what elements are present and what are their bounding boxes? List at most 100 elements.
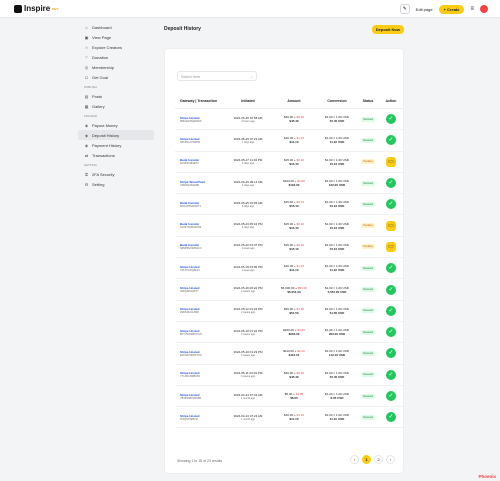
sidebar-item-setting[interactable]: ⚙ Setting <box>78 179 154 189</box>
check-icon[interactable]: ✓ <box>386 263 396 274</box>
status-badge: Succeed <box>361 116 375 122</box>
brand-tag: DEV <box>52 6 59 11</box>
sidebar-item-posts[interactable]: ▤ Posts <box>78 91 154 101</box>
conversion-cell: $1.00 = 1.00 USD 11.10 USD <box>317 136 357 144</box>
amount-total: $5,051.00 <box>287 289 301 294</box>
conversion-total: 15.10 USD <box>329 246 345 251</box>
conversion-cell: $1.00 = 1.00 USD 15.10 USD <box>317 222 357 230</box>
initiated-cell: 2024-05-27 11:04 PM 3 days ago <box>225 158 271 165</box>
action-cell: ▭ <box>379 220 403 231</box>
initiated-ago: 3 days ago <box>241 162 255 166</box>
sidebar-item-icon: ☐ <box>84 74 89 80</box>
conversion-total: 45.40 USD <box>329 374 345 379</box>
check-icon[interactable]: ✓ <box>386 199 396 210</box>
search-input[interactable]: Search here ⌕ <box>177 71 257 81</box>
check-icon[interactable]: ✓ <box>386 391 396 401</box>
sidebar-item-label: Setting <box>92 181 105 187</box>
sidebar-section-setting: SETTING <box>84 163 98 167</box>
deposit-now-button[interactable]: Deposit Now <box>371 24 404 34</box>
sidebar-item-icon: ⌂ <box>85 24 88 30</box>
conversion-total: 51.50 USD <box>329 310 345 315</box>
edit-page-link[interactable]: Edit page <box>416 7 433 12</box>
create-button[interactable]: + Create <box>438 4 465 14</box>
conversion-cell: $1.00 = 1.00 USD 45.40 USD <box>317 371 357 379</box>
page-button[interactable]: 1 <box>362 455 371 464</box>
check-icon[interactable]: ✓ <box>386 369 396 380</box>
transaction-id: X8C30GJYW9PW <box>180 140 201 144</box>
pagination-summary: Showing 1 to 15 of 23 results <box>177 459 223 463</box>
sidebar-item-transactions[interactable]: ⇄ Transactions <box>78 150 154 160</box>
sidebar-item-payout-money[interactable]: ◈ Payout Money <box>78 120 154 130</box>
check-icon[interactable]: ✓ <box>386 305 396 316</box>
edit-page-icon[interactable]: ✎ <box>399 4 410 14</box>
status-cell: Succeed <box>357 287 379 293</box>
initiated-ago: 1 month ago <box>241 417 255 421</box>
sidebar-item-get-goal[interactable]: ☐ Get Goal <box>78 72 154 82</box>
status-badge: Succeed <box>361 308 375 314</box>
page-button[interactable]: 2 <box>374 455 383 464</box>
action-cell: ✓ <box>379 305 403 316</box>
sidebar-item-payment-history[interactable]: ◈ Payment History <box>78 140 154 150</box>
check-icon[interactable]: ✓ <box>386 178 396 189</box>
status-cell: Pending <box>357 244 379 250</box>
brand-logo[interactable]: Inspire DEV <box>14 4 58 13</box>
avatar[interactable] <box>480 5 488 13</box>
sidebar-item-icon: ☆ <box>84 44 89 50</box>
table-row: Stripe Hosted X1FJT3Y8Q3EF1 2024-05-19 03:… <box>175 258 403 280</box>
conversion-total: 112.10 USD <box>328 353 346 358</box>
sidebar-item-label: View Page <box>92 34 112 40</box>
gateway-cell: Stripe Hosted X1FJT3Y8Q3EF1 <box>175 265 225 272</box>
initiated-cell: 2024-05-19 03:05 PM 1 week ago <box>225 265 271 272</box>
amount-cell: $100.00 + $2.00 $102.00 <box>271 179 317 187</box>
top-bar: Inspire DEV ✎ Edit page + Create ≡ <box>0 0 500 18</box>
sidebar-item-explore-creators[interactable]: ☆ Explore Creators <box>78 42 154 52</box>
initiated-cell: 2024-05-11 02:01 PM 3 weeks ago <box>225 371 271 378</box>
gateway-cell: Stripe Hosted M5FLEP15QD0IC6 <box>175 116 225 123</box>
menu-icon[interactable]: ≡ <box>470 6 474 12</box>
initiated-ago: 2 weeks ago <box>240 311 256 315</box>
status-badge: Pending <box>361 244 375 250</box>
amount-total: $15.10 <box>289 161 299 166</box>
search-icon[interactable]: ⌕ <box>251 75 253 79</box>
check-icon[interactable]: ✓ <box>386 327 396 338</box>
check-icon[interactable]: ✓ <box>386 114 396 125</box>
initiated-ago: 2 weeks ago <box>240 290 256 294</box>
initiated-cell: 2024-04-24 07:24 AM 1 month ago <box>225 414 271 421</box>
sidebar-item-2fa-security[interactable]: ⚿ 2FA Security <box>78 169 154 179</box>
check-icon[interactable]: ✓ <box>386 412 396 423</box>
sidebar-item-dashboard[interactable]: ⌂ Dashboard <box>78 22 154 32</box>
check-icon[interactable]: ✓ <box>386 348 396 359</box>
status-cell: Succeed <box>357 372 379 378</box>
conversion-total: 102.00 USD <box>328 183 346 188</box>
next-page-button[interactable]: › <box>386 455 395 464</box>
sidebar-item-icon: ⇄ <box>84 152 89 158</box>
sidebar-item-membership[interactable]: ◎ Membership <box>78 62 154 72</box>
pending-icon[interactable]: ▭ <box>386 156 396 167</box>
initiated-cell: 2024-05-10 01:24 PM 3 weeks ago <box>225 329 271 336</box>
sidebar-section-publish: PUBLISH <box>84 85 97 89</box>
status-cell: Pending <box>357 223 379 229</box>
amount-total: $15.10 <box>289 225 299 230</box>
amount-total: $15.10 <box>289 204 299 209</box>
table-row: Stripe Hosted YT1JKKJ8RBK8C 2024-05-11 02:… <box>175 365 403 386</box>
status-cell: Succeed <box>357 265 379 271</box>
status-cell: Succeed <box>357 350 379 356</box>
sidebar-item-label: Transactions <box>92 152 115 158</box>
sidebar-item-label: Gallery <box>92 103 105 109</box>
sidebar-item-gallery[interactable]: ▦ Gallery <box>78 101 154 111</box>
initiated-ago: 3 weeks ago <box>240 332 256 336</box>
initiated-ago: 6 days ago <box>241 226 255 230</box>
check-icon[interactable]: ✓ <box>386 135 396 146</box>
check-icon[interactable]: ✓ <box>386 284 396 295</box>
search-placeholder: Search here <box>181 75 201 79</box>
initiated-cell: 2024-05-29 07:23 AM 1 days ago <box>225 137 271 144</box>
prev-page-button[interactable]: ‹ <box>350 455 359 464</box>
pending-icon[interactable]: ▭ <box>386 220 396 231</box>
pending-icon[interactable]: ▭ <box>386 241 396 252</box>
sidebar-item-deposit-history[interactable]: ◈ Deposit History <box>78 130 154 140</box>
amount-total: $112.10 <box>288 353 300 358</box>
action-cell: ✓ <box>379 327 403 338</box>
amount-total: $45.40 <box>289 374 299 379</box>
sidebar-item-donation[interactable]: ♡ Donation <box>78 52 154 62</box>
sidebar-item-view-page[interactable]: ▣ View Page <box>78 32 154 42</box>
